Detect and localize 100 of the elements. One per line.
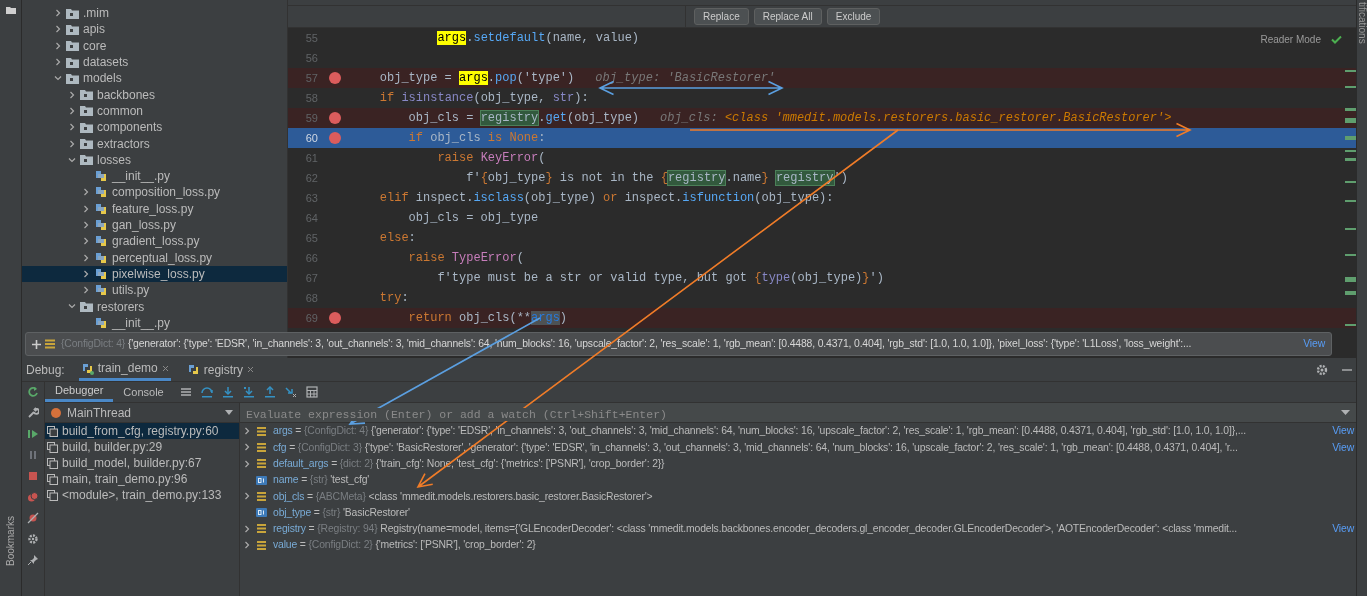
step-into-icon[interactable] bbox=[221, 386, 234, 398]
pin-icon[interactable] bbox=[27, 554, 39, 566]
code-line: raise TypeError( bbox=[407, 250, 524, 267]
stop-icon[interactable] bbox=[27, 470, 39, 482]
python-file-icon bbox=[94, 169, 108, 184]
tree-item[interactable]: backbones bbox=[22, 86, 287, 103]
variable-value[interactable]: obj_type = {str} 'BasicRestorer' bbox=[273, 504, 1354, 521]
python-file-icon bbox=[94, 218, 108, 232]
view-link[interactable]: View bbox=[1332, 439, 1354, 456]
tree-item[interactable]: feature_loss.py bbox=[22, 200, 287, 217]
tree-item[interactable]: models bbox=[22, 70, 287, 87]
tree-item[interactable]: perceptual_loss.py bbox=[22, 249, 287, 266]
replace-button[interactable]: Exclude bbox=[826, 8, 881, 25]
tree-item[interactable]: losses bbox=[22, 151, 287, 168]
string-value-icon bbox=[256, 474, 267, 486]
wrench-icon[interactable] bbox=[27, 407, 39, 419]
folder-icon bbox=[80, 105, 93, 117]
stack-frame[interactable]: main, train_demo.py:96 bbox=[45, 471, 239, 487]
plus-icon[interactable] bbox=[32, 339, 41, 349]
code-line: f'type must be a str or valid type, but got {type(obj_type)}') bbox=[436, 270, 884, 287]
replace-button[interactable]: Replace bbox=[694, 8, 749, 25]
tree-item[interactable]: extractors bbox=[22, 135, 287, 152]
line-number: 68 bbox=[304, 290, 318, 306]
pause-icon[interactable] bbox=[27, 449, 39, 461]
reader-mode-link[interactable]: Reader Mode bbox=[1260, 32, 1321, 47]
view-link[interactable]: View bbox=[1332, 423, 1354, 439]
breakpoint-icon[interactable] bbox=[328, 72, 341, 84]
variable-value[interactable]: registry = {Registry: 94} Registry(name=model, items={'GLEncoderDecoder': <class 'mmedit.models.backbones.encoder_decoders.gl_encoder_decoder.GLEncoderDecoder'>, 'AOTEncoderDecoder': <class 'mmedit... bbox=[273, 521, 1331, 537]
stack-frame[interactable]: build_model, builder.py:67 bbox=[45, 455, 239, 471]
chevron-right-icon[interactable] bbox=[244, 492, 251, 501]
tree-item[interactable]: gradient_loss.py bbox=[22, 233, 287, 250]
python-file-icon bbox=[94, 315, 108, 330]
chevron-down-icon[interactable] bbox=[68, 155, 76, 164]
line-number: 69 bbox=[304, 310, 318, 326]
session-tab[interactable]: registry bbox=[184, 358, 257, 381]
rerun-icon[interactable] bbox=[27, 386, 39, 398]
code-line: args.setdefault(name, value) bbox=[436, 30, 640, 47]
code-line: raise KeyError( bbox=[436, 150, 546, 167]
stack-frame[interactable]: <module>, train_demo.py:133 bbox=[45, 487, 239, 503]
breakpoints-icon[interactable] bbox=[27, 491, 39, 503]
line-number: 62 bbox=[304, 170, 318, 186]
calculator-icon[interactable] bbox=[305, 386, 318, 398]
inline-debug-value: obj_cls: <class 'mmedit.models.restorers.basic_restorer.BasicRestorer'> bbox=[660, 110, 1172, 127]
stack-icon bbox=[256, 458, 267, 470]
tree-item[interactable]: composition_loss.py bbox=[22, 184, 287, 201]
bookmarks-tab[interactable]: Bookmarks bbox=[3, 516, 18, 566]
python-icon bbox=[80, 361, 94, 375]
settings-icon[interactable] bbox=[1316, 363, 1328, 376]
stack-icon bbox=[256, 425, 267, 437]
folder-icon bbox=[66, 40, 79, 52]
line-number: 63 bbox=[304, 190, 318, 206]
settings-icon[interactable] bbox=[27, 533, 39, 545]
tree-item[interactable]: pixelwise_loss.py bbox=[22, 265, 287, 283]
menu-icon[interactable] bbox=[179, 386, 192, 398]
stack-frame[interactable]: build, builder.py:29 bbox=[45, 439, 239, 455]
close-icon[interactable] bbox=[161, 364, 169, 372]
variable-value[interactable]: name = {str} 'test_cfg' bbox=[273, 472, 1354, 488]
python-icon bbox=[186, 363, 200, 376]
debugger-tab[interactable]: Console bbox=[113, 382, 174, 402]
view-link[interactable]: View bbox=[1303, 336, 1325, 352]
line-number: 64 bbox=[304, 210, 318, 226]
step-out-icon[interactable] bbox=[263, 386, 276, 398]
run-to-cursor-icon[interactable] bbox=[284, 386, 297, 398]
tree-item[interactable]: gan_loss.py bbox=[22, 216, 287, 234]
tree-item[interactable]: utils.py bbox=[22, 282, 287, 299]
folder-icon bbox=[80, 138, 93, 149]
stack-icon bbox=[45, 339, 55, 349]
variable-value[interactable]: args = {ConfigDict: 4} {'generator': {'type': 'EDSR', 'in_channels': 3, 'out_channels': 3, 'mid_channels': 64, 'num_blocks': 16, 'upscale_factor': 2, 'res_scale': 1, 'rgb_mean': [0.4488, 0.4371, 0.404], 'rgb_std': [1.0, 1.0, 1.0]},... bbox=[273, 423, 1331, 439]
code-line: else: bbox=[378, 230, 416, 247]
frame-icon bbox=[47, 457, 58, 469]
folder-icon bbox=[80, 154, 93, 166]
resume-icon[interactable] bbox=[27, 428, 39, 440]
tree-item[interactable]: datasets bbox=[22, 53, 287, 71]
stack-frame[interactable]: build_from_cfg, registry.py:60 bbox=[45, 423, 239, 439]
breakpoint-icon[interactable] bbox=[328, 312, 341, 324]
code-line: if obj_cls is None: bbox=[407, 130, 546, 147]
tree-item[interactable]: __init__.py bbox=[22, 167, 287, 185]
step-over-icon[interactable] bbox=[200, 386, 213, 398]
tree-item[interactable]: restorers bbox=[22, 298, 287, 315]
chevron-down-icon[interactable] bbox=[68, 302, 76, 311]
folder-icon[interactable] bbox=[4, 4, 17, 16]
mute-breakpoints-icon[interactable] bbox=[27, 512, 39, 524]
tree-item[interactable]: common bbox=[22, 102, 287, 120]
python-file-icon bbox=[94, 250, 108, 265]
tree-item[interactable]: __init__.py bbox=[22, 314, 287, 331]
close-icon[interactable] bbox=[247, 366, 255, 373]
tree-item[interactable]: components bbox=[22, 119, 287, 136]
chevron-down-icon[interactable] bbox=[54, 74, 62, 83]
tree-item[interactable]: .mim bbox=[22, 5, 287, 22]
variable-value[interactable]: obj_cls = {ABCMeta} <class 'mmedit.models.restorers.basic_restorer.BasicRestorer'> bbox=[273, 488, 1354, 505]
tree-item[interactable]: core bbox=[22, 37, 287, 54]
variable-value[interactable]: value = {ConfigDict: 2} {'metrics': ['PSNR'], 'crop_border': 2} bbox=[273, 537, 1354, 554]
replace-button[interactable]: Replace All bbox=[753, 8, 822, 25]
code-line: obj_cls = registry.get(obj_type) bbox=[407, 110, 640, 127]
folder-icon bbox=[80, 301, 93, 312]
tree-item[interactable]: apis bbox=[22, 21, 287, 38]
step-into-my-code-icon[interactable] bbox=[242, 386, 255, 398]
view-link[interactable]: View bbox=[1332, 521, 1354, 537]
folder-icon bbox=[66, 7, 79, 19]
breakpoint-icon[interactable] bbox=[328, 112, 341, 124]
